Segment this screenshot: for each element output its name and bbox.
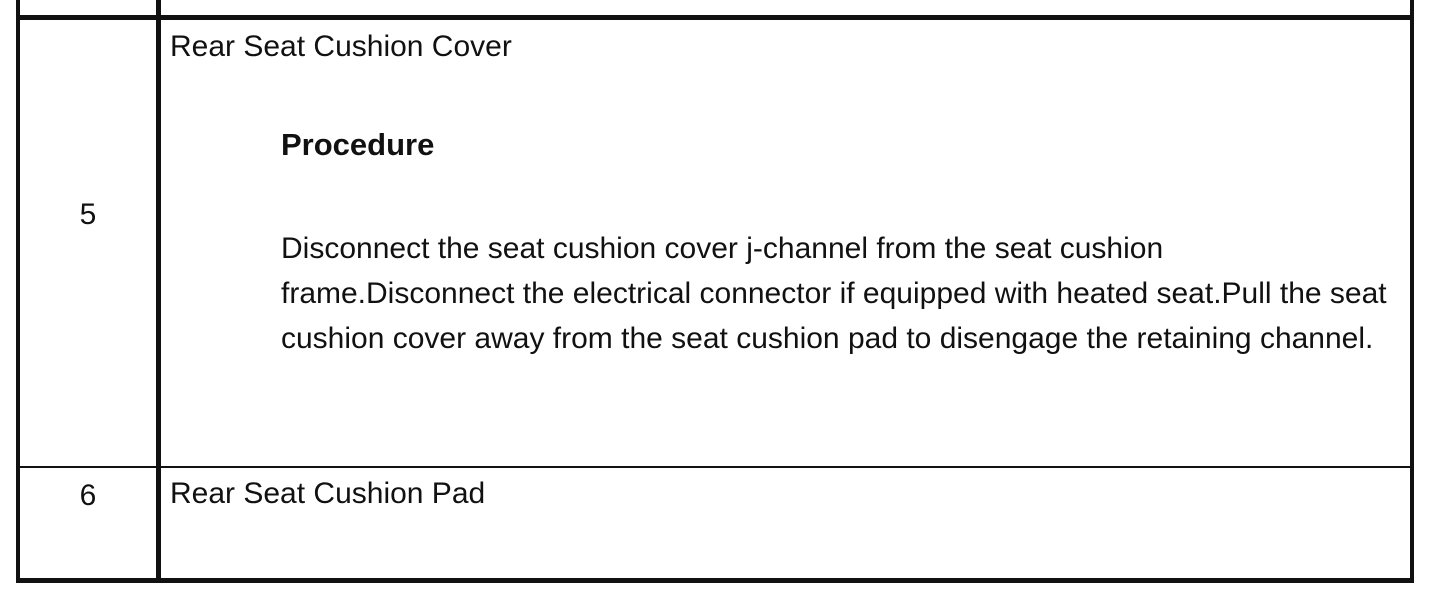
row-5-title: Rear Seat Cushion Cover <box>170 30 512 63</box>
row-divider-top <box>16 15 1410 20</box>
row-5-procedure-text: Disconnect the seat cushion cover j-chan… <box>281 232 1387 355</box>
procedure-table: 5 Rear Seat Cushion Cover Procedure Disc… <box>0 0 1456 602</box>
row-divider-middle <box>16 466 1410 468</box>
row-6-number: 6 <box>79 479 97 512</box>
row-5-number: 5 <box>79 198 97 231</box>
row-5-procedure-heading: Procedure <box>281 127 435 162</box>
row-6-title: Rear Seat Cushion Pad <box>170 477 486 510</box>
